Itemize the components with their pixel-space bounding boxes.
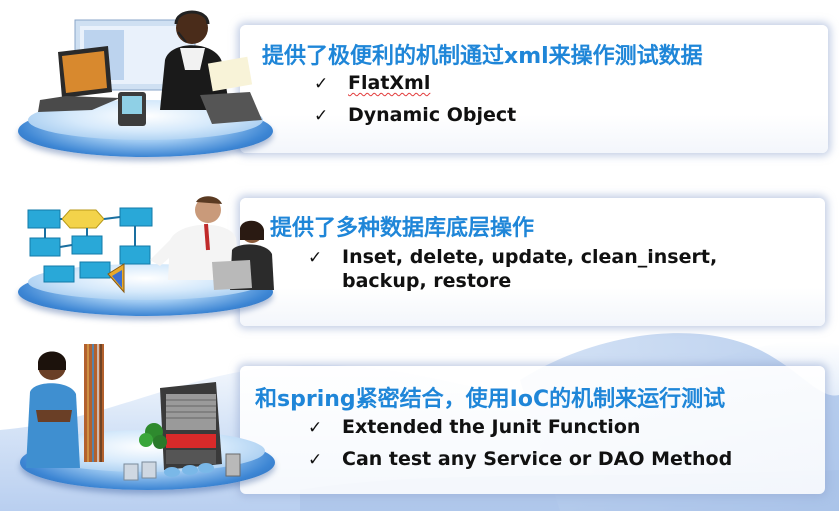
flowchart-team-icon	[27, 196, 274, 294]
section-1-item-1: FlatXml	[348, 72, 431, 94]
section-3-heading: 和spring紧密结合，使用IoC的机制来运行测试	[255, 387, 726, 412]
checkmark-icon: ✓	[314, 74, 329, 94]
checkmark-icon: ✓	[314, 106, 329, 126]
section-2-item-1: Inset, delete, update, clean_insert,	[342, 246, 718, 268]
checkmark-icon: ✓	[308, 248, 323, 268]
section-3-item-1: Extended the Junit Function	[342, 416, 641, 438]
laptop-agent-icon	[38, 10, 262, 126]
checkmark-icon: ✓	[308, 418, 323, 438]
illustration-laptop-agent	[0, 0, 280, 175]
section-3-item-2: Can test any Service or DAO Method	[342, 448, 733, 470]
section-2-item-2: backup, restore	[342, 270, 512, 292]
section-2-heading: 提供了多种数据库底层操作	[270, 216, 535, 241]
illustration-flowchart-team	[0, 180, 280, 330]
checkmark-icon: ✓	[308, 450, 323, 470]
section-1-heading: 提供了极便利的机制通过xml来操作测试数据	[262, 44, 703, 69]
woman-server-icon	[26, 344, 241, 481]
illustration-woman-server	[0, 340, 280, 511]
section-1-item-2: Dynamic Object	[348, 104, 517, 126]
